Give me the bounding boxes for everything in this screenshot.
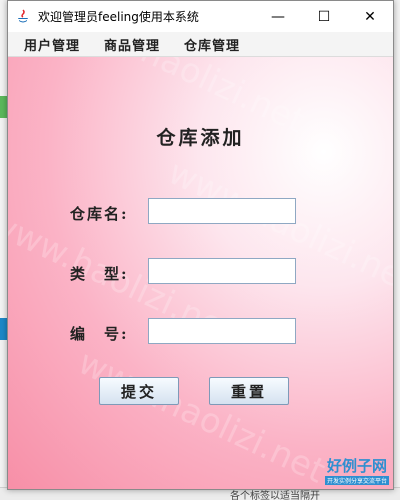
warehouse-name-label: 仓库名: [70, 205, 129, 223]
menu-warehouse-management[interactable]: 仓库管理 [184, 35, 240, 54]
form-title: 仓库添加 [156, 127, 245, 149]
menu-bar: 用户管理 商品管理 仓库管理 [8, 32, 393, 57]
number-input[interactable] [148, 318, 296, 344]
close-button[interactable]: ✕ [347, 1, 393, 32]
warehouse-name-input[interactable] [148, 198, 296, 224]
logo-title: 好例子网 [326, 457, 387, 475]
java-app-icon [15, 8, 31, 25]
submit-button[interactable]: 提交 [99, 377, 179, 405]
number-label: 编 号: [70, 325, 129, 343]
menu-user-management[interactable]: 用户管理 [24, 35, 80, 54]
reset-button[interactable]: 重置 [209, 377, 289, 405]
logo-subtitle: 开发实例分享交流平台 [324, 476, 389, 485]
window-title: 欢迎管理员feeling使用本系统 [38, 10, 199, 24]
warehouse-add-panel: www.haolizi.net www.haolizi.net www.haol… [8, 57, 393, 489]
maximize-icon: ☐ [317, 8, 331, 25]
window-controls: — ☐ ✕ [255, 1, 393, 32]
site-logo: 好例子网 开发实例分享交流平台 [324, 455, 389, 485]
app-window: 欢迎管理员feeling使用本系统 — ☐ ✕ 用户管理 商品管理 仓库管理 w… [7, 0, 394, 490]
title-bar[interactable]: 欢迎管理员feeling使用本系统 — ☐ ✕ [8, 1, 393, 32]
watermark: www.haolizi.net [72, 342, 332, 489]
type-input[interactable] [148, 258, 296, 284]
minimize-button[interactable]: — [255, 1, 301, 32]
menu-product-management[interactable]: 商品管理 [104, 35, 160, 54]
minimize-icon: — [271, 8, 285, 25]
close-icon: ✕ [364, 8, 376, 25]
type-label: 类 型: [70, 265, 129, 283]
maximize-button[interactable]: ☐ [301, 1, 347, 32]
